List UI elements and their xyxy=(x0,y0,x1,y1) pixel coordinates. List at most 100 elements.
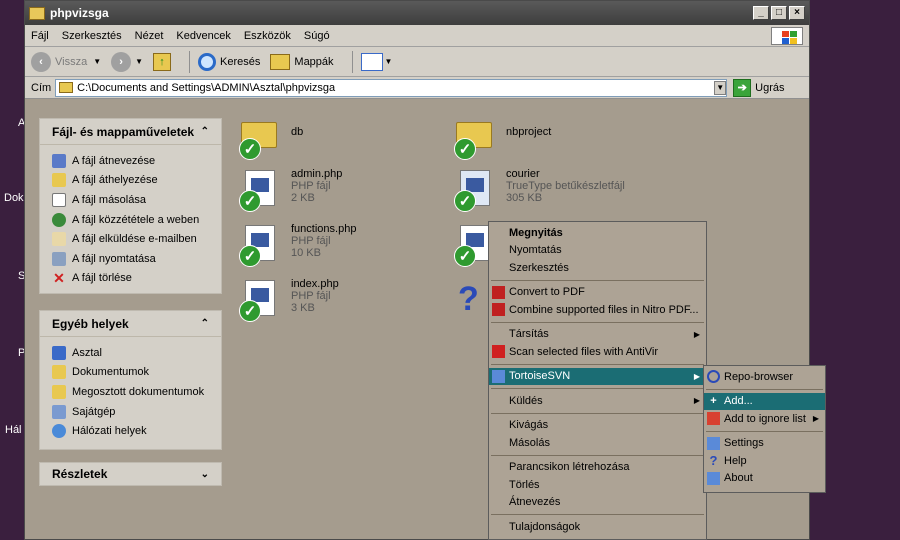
file-item-db[interactable]: ✓ db xyxy=(239,116,303,160)
window-title: phpvizsga xyxy=(50,6,109,20)
task-email[interactable]: A fájl elküldése e-mailben xyxy=(52,229,211,249)
place-network[interactable]: Hálózati helyek xyxy=(52,421,211,441)
task-rename[interactable]: A fájl átnevezése xyxy=(52,151,211,171)
menu-bar: Fájl Szerkesztés Nézet Kedvencek Eszközö… xyxy=(25,25,809,47)
menu-cut[interactable]: Kivágás xyxy=(489,417,706,435)
address-input[interactable]: C:\Documents and Settings\ADMIN\Asztal\p… xyxy=(55,78,728,97)
task-move[interactable]: A fájl áthelyezése xyxy=(52,171,211,191)
svn-ok-icon: ✓ xyxy=(239,300,261,322)
shared-folder-icon xyxy=(52,384,66,399)
task-delete[interactable]: ✕ A fájl törlése xyxy=(52,269,211,289)
task-publish[interactable]: A fájl közzététele a weben xyxy=(52,210,211,230)
about-icon xyxy=(707,471,720,485)
up-button[interactable]: ↑ xyxy=(153,52,172,71)
submenu-repo-browser[interactable]: Repo-browser xyxy=(704,368,825,386)
submenu-arrow-icon: ▶ xyxy=(812,414,819,424)
menu-file[interactable]: Fájl xyxy=(31,30,49,42)
menu-convert-pdf[interactable]: Convert to PDF xyxy=(489,284,706,302)
windows-logo-icon xyxy=(771,27,803,45)
title-bar[interactable]: phpvizsga _ □ × xyxy=(25,1,809,25)
back-button[interactable]: ‹ Vissza ▼ xyxy=(31,51,102,72)
submenu-add-ignore[interactable]: Add to ignore list ▶ xyxy=(704,410,825,428)
other-places-header[interactable]: Egyéb helyek ⌃ xyxy=(40,311,221,337)
menu-edit-file[interactable]: Szerkesztés xyxy=(489,259,706,277)
folders-button[interactable]: Mappák xyxy=(270,53,334,70)
submenu-settings[interactable]: Settings xyxy=(704,435,825,453)
menu-favorites[interactable]: Kedvencek xyxy=(176,30,230,42)
copy-icon xyxy=(52,192,66,207)
php-file-icon: ✓ xyxy=(239,223,281,267)
menu-send-to[interactable]: Küldés ▶ xyxy=(489,392,706,410)
menu-tools[interactable]: Eszközök xyxy=(244,30,291,42)
details-header[interactable]: Részletek ⌄ xyxy=(40,463,221,485)
svn-ok-icon: ✓ xyxy=(454,138,476,160)
folder-icon: ✓ xyxy=(239,116,281,160)
address-bar: Cím C:\Documents and Settings\ADMIN\Aszt… xyxy=(25,77,809,99)
back-arrow-icon: ‹ xyxy=(31,51,51,72)
submenu-help[interactable]: ? Help xyxy=(704,452,825,470)
menu-tortoisesvn[interactable]: TortoiseSVN ▶ xyxy=(489,367,706,385)
rename-icon xyxy=(52,153,66,168)
folder-icon xyxy=(59,82,74,93)
file-item-admin-php[interactable]: ✓ admin.php PHP fájl 2 KB xyxy=(239,168,342,212)
add-icon: + xyxy=(710,394,717,407)
task-copy[interactable]: A fájl másolása xyxy=(52,190,211,210)
views-button[interactable]: ▼ xyxy=(360,52,393,71)
place-documents[interactable]: Dokumentumok xyxy=(52,363,211,383)
place-my-computer[interactable]: Sajátgép xyxy=(52,402,211,422)
menu-open[interactable]: Megnyitás xyxy=(489,224,706,242)
file-tasks-panel: Fájl- és mappaműveletek ⌃ A fájl átnevez… xyxy=(39,118,222,294)
file-item-nbproject[interactable]: ✓ nbproject xyxy=(454,116,551,160)
delete-icon: ✕ xyxy=(53,270,65,287)
place-desktop[interactable]: Asztal xyxy=(52,343,211,363)
views-icon xyxy=(360,52,383,71)
address-dropdown-button[interactable]: ▼ xyxy=(714,80,727,95)
menu-delete[interactable]: Törlés xyxy=(489,476,706,494)
menu-properties[interactable]: Tulajdonságok xyxy=(489,518,706,536)
documents-folder-icon xyxy=(52,365,66,380)
menu-print[interactable]: Nyomtatás xyxy=(489,242,706,260)
folders-icon xyxy=(270,53,291,70)
network-icon xyxy=(52,424,66,439)
file-item-courier[interactable]: ✓ courier TrueType betűkészletfájl 305 KB xyxy=(454,168,625,212)
menu-help[interactable]: Súgó xyxy=(304,30,330,42)
svn-ok-icon: ✓ xyxy=(239,138,261,160)
forward-arrow-icon: › xyxy=(111,51,132,72)
file-tasks-header[interactable]: Fájl- és mappaműveletek ⌃ xyxy=(40,119,221,145)
chevron-down-icon: ▼ xyxy=(384,57,393,66)
svn-ok-icon: ✓ xyxy=(239,190,261,212)
go-button[interactable]: ➔ Ugrás xyxy=(733,78,785,97)
svn-ok-icon: ✓ xyxy=(454,190,476,212)
place-shared-documents[interactable]: Megosztott dokumentumok xyxy=(52,382,211,402)
desktop-label: Hál xyxy=(5,424,22,436)
folder-icon xyxy=(29,6,45,20)
maximize-button[interactable]: □ xyxy=(771,6,787,20)
help-icon: ? xyxy=(709,453,718,468)
menu-open-with[interactable]: Társítás ▶ xyxy=(489,326,706,344)
expand-icon: ⌄ xyxy=(200,468,209,480)
submenu-arrow-icon: ▶ xyxy=(693,396,700,406)
menu-create-shortcut[interactable]: Parancsikon létrehozása xyxy=(489,459,706,477)
submenu-add[interactable]: + Add... xyxy=(704,392,825,410)
task-print[interactable]: A fájl nyomtatása xyxy=(52,249,211,269)
menu-rename[interactable]: Átnevezés xyxy=(489,494,706,512)
chevron-down-icon: ▼ xyxy=(135,57,144,66)
file-item-index-php[interactable]: ✓ index.php PHP fájl 3 KB xyxy=(239,278,339,322)
printer-icon xyxy=(52,251,66,266)
file-item-functions-php[interactable]: ✓ functions.php PHP fájl 10 KB xyxy=(239,223,356,267)
menu-copy[interactable]: Másolás xyxy=(489,434,706,452)
minimize-button[interactable]: _ xyxy=(753,6,769,20)
close-button[interactable]: × xyxy=(789,6,805,20)
folder-icon: ✓ xyxy=(454,116,496,160)
menu-scan-antivir[interactable]: Scan selected files with AntiVir xyxy=(489,343,706,361)
tortoisesvn-submenu: Repo-browser + Add... Add to ignore list ▶… xyxy=(703,365,826,493)
search-button[interactable]: Keresés xyxy=(198,52,260,71)
menu-edit[interactable]: Szerkesztés xyxy=(62,30,122,42)
forward-button[interactable]: › ▼ xyxy=(111,51,144,72)
settings-icon xyxy=(707,436,720,450)
chevron-down-icon: ▼ xyxy=(93,57,102,66)
submenu-about[interactable]: About xyxy=(704,470,825,488)
menu-combine-nitro[interactable]: Combine supported files in Nitro PDF... xyxy=(489,301,706,319)
move-icon xyxy=(52,173,66,188)
menu-view[interactable]: Nézet xyxy=(135,30,164,42)
